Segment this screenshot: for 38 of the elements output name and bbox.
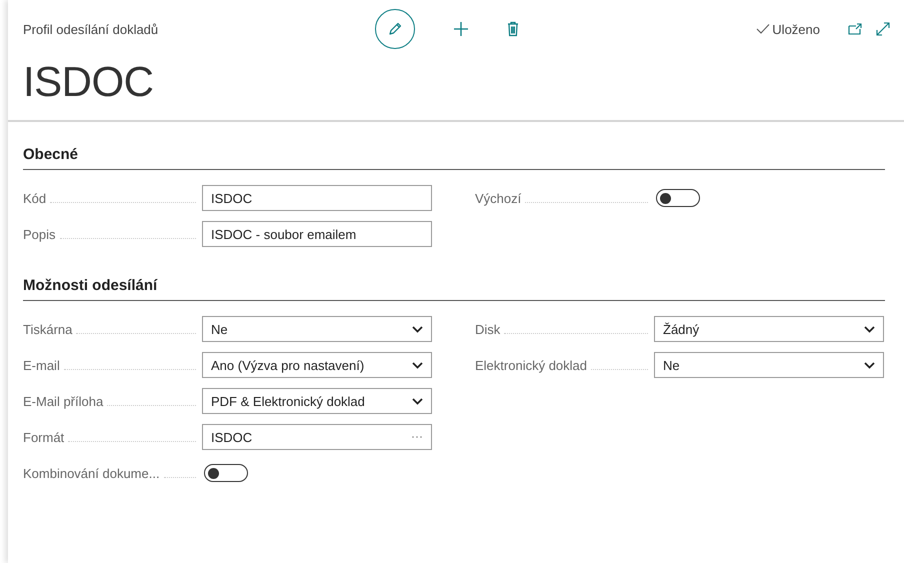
ellipsis-icon: [411, 435, 423, 439]
saved-status: Uloženo: [772, 22, 820, 36]
expand-icon[interactable]: [876, 22, 890, 36]
dropdown-field[interactable]: Ne: [654, 352, 884, 378]
trash-icon[interactable]: [507, 21, 519, 37]
field-label: Tiskárna: [23, 322, 72, 336]
section-heading: Možnosti odesílání: [23, 277, 885, 301]
page-caption: Profil odesílání dokladů: [23, 22, 160, 36]
lookup-field[interactable]: ISDOC: [202, 424, 432, 450]
dropdown-field[interactable]: Ne: [202, 316, 432, 342]
chevron-down-icon: [412, 362, 423, 368]
toggle-switch[interactable]: [656, 189, 700, 207]
chevron-down-icon: [412, 398, 423, 404]
dropdown-field[interactable]: Ano (Výzva pro nastavení): [202, 352, 432, 378]
input-field[interactable]: ISDOC - soubor emailem: [202, 221, 432, 247]
field-label: Disk: [475, 322, 500, 336]
field-label: Kombinování dokume...: [23, 466, 160, 480]
dropdown-field[interactable]: Žádný: [654, 316, 884, 342]
field-label: E-mail: [23, 358, 60, 372]
section-heading: Obecné: [23, 146, 885, 170]
input-field[interactable]: ISDOC: [202, 185, 432, 211]
field-label: Formát: [23, 430, 64, 444]
field-label: Kód: [23, 190, 46, 206]
edit-button[interactable]: [375, 9, 415, 49]
pencil-icon: [387, 21, 403, 37]
record-title: ISDOC: [23, 58, 155, 107]
field-label: Elektronický doklad: [475, 358, 587, 372]
toggle-switch[interactable]: [204, 464, 248, 482]
chevron-down-icon: [412, 326, 423, 332]
plus-icon[interactable]: [453, 21, 469, 37]
chevron-down-icon: [864, 326, 875, 332]
dropdown-field[interactable]: PDF & Elektronický doklad: [202, 388, 432, 414]
open-new-window-icon[interactable]: [848, 23, 862, 35]
field-label: Výchozí: [475, 190, 522, 206]
check-icon: [756, 23, 770, 35]
field-label: Popis: [23, 226, 56, 242]
field-label: E-Mail příloha: [23, 394, 104, 408]
chevron-down-icon: [864, 362, 875, 368]
